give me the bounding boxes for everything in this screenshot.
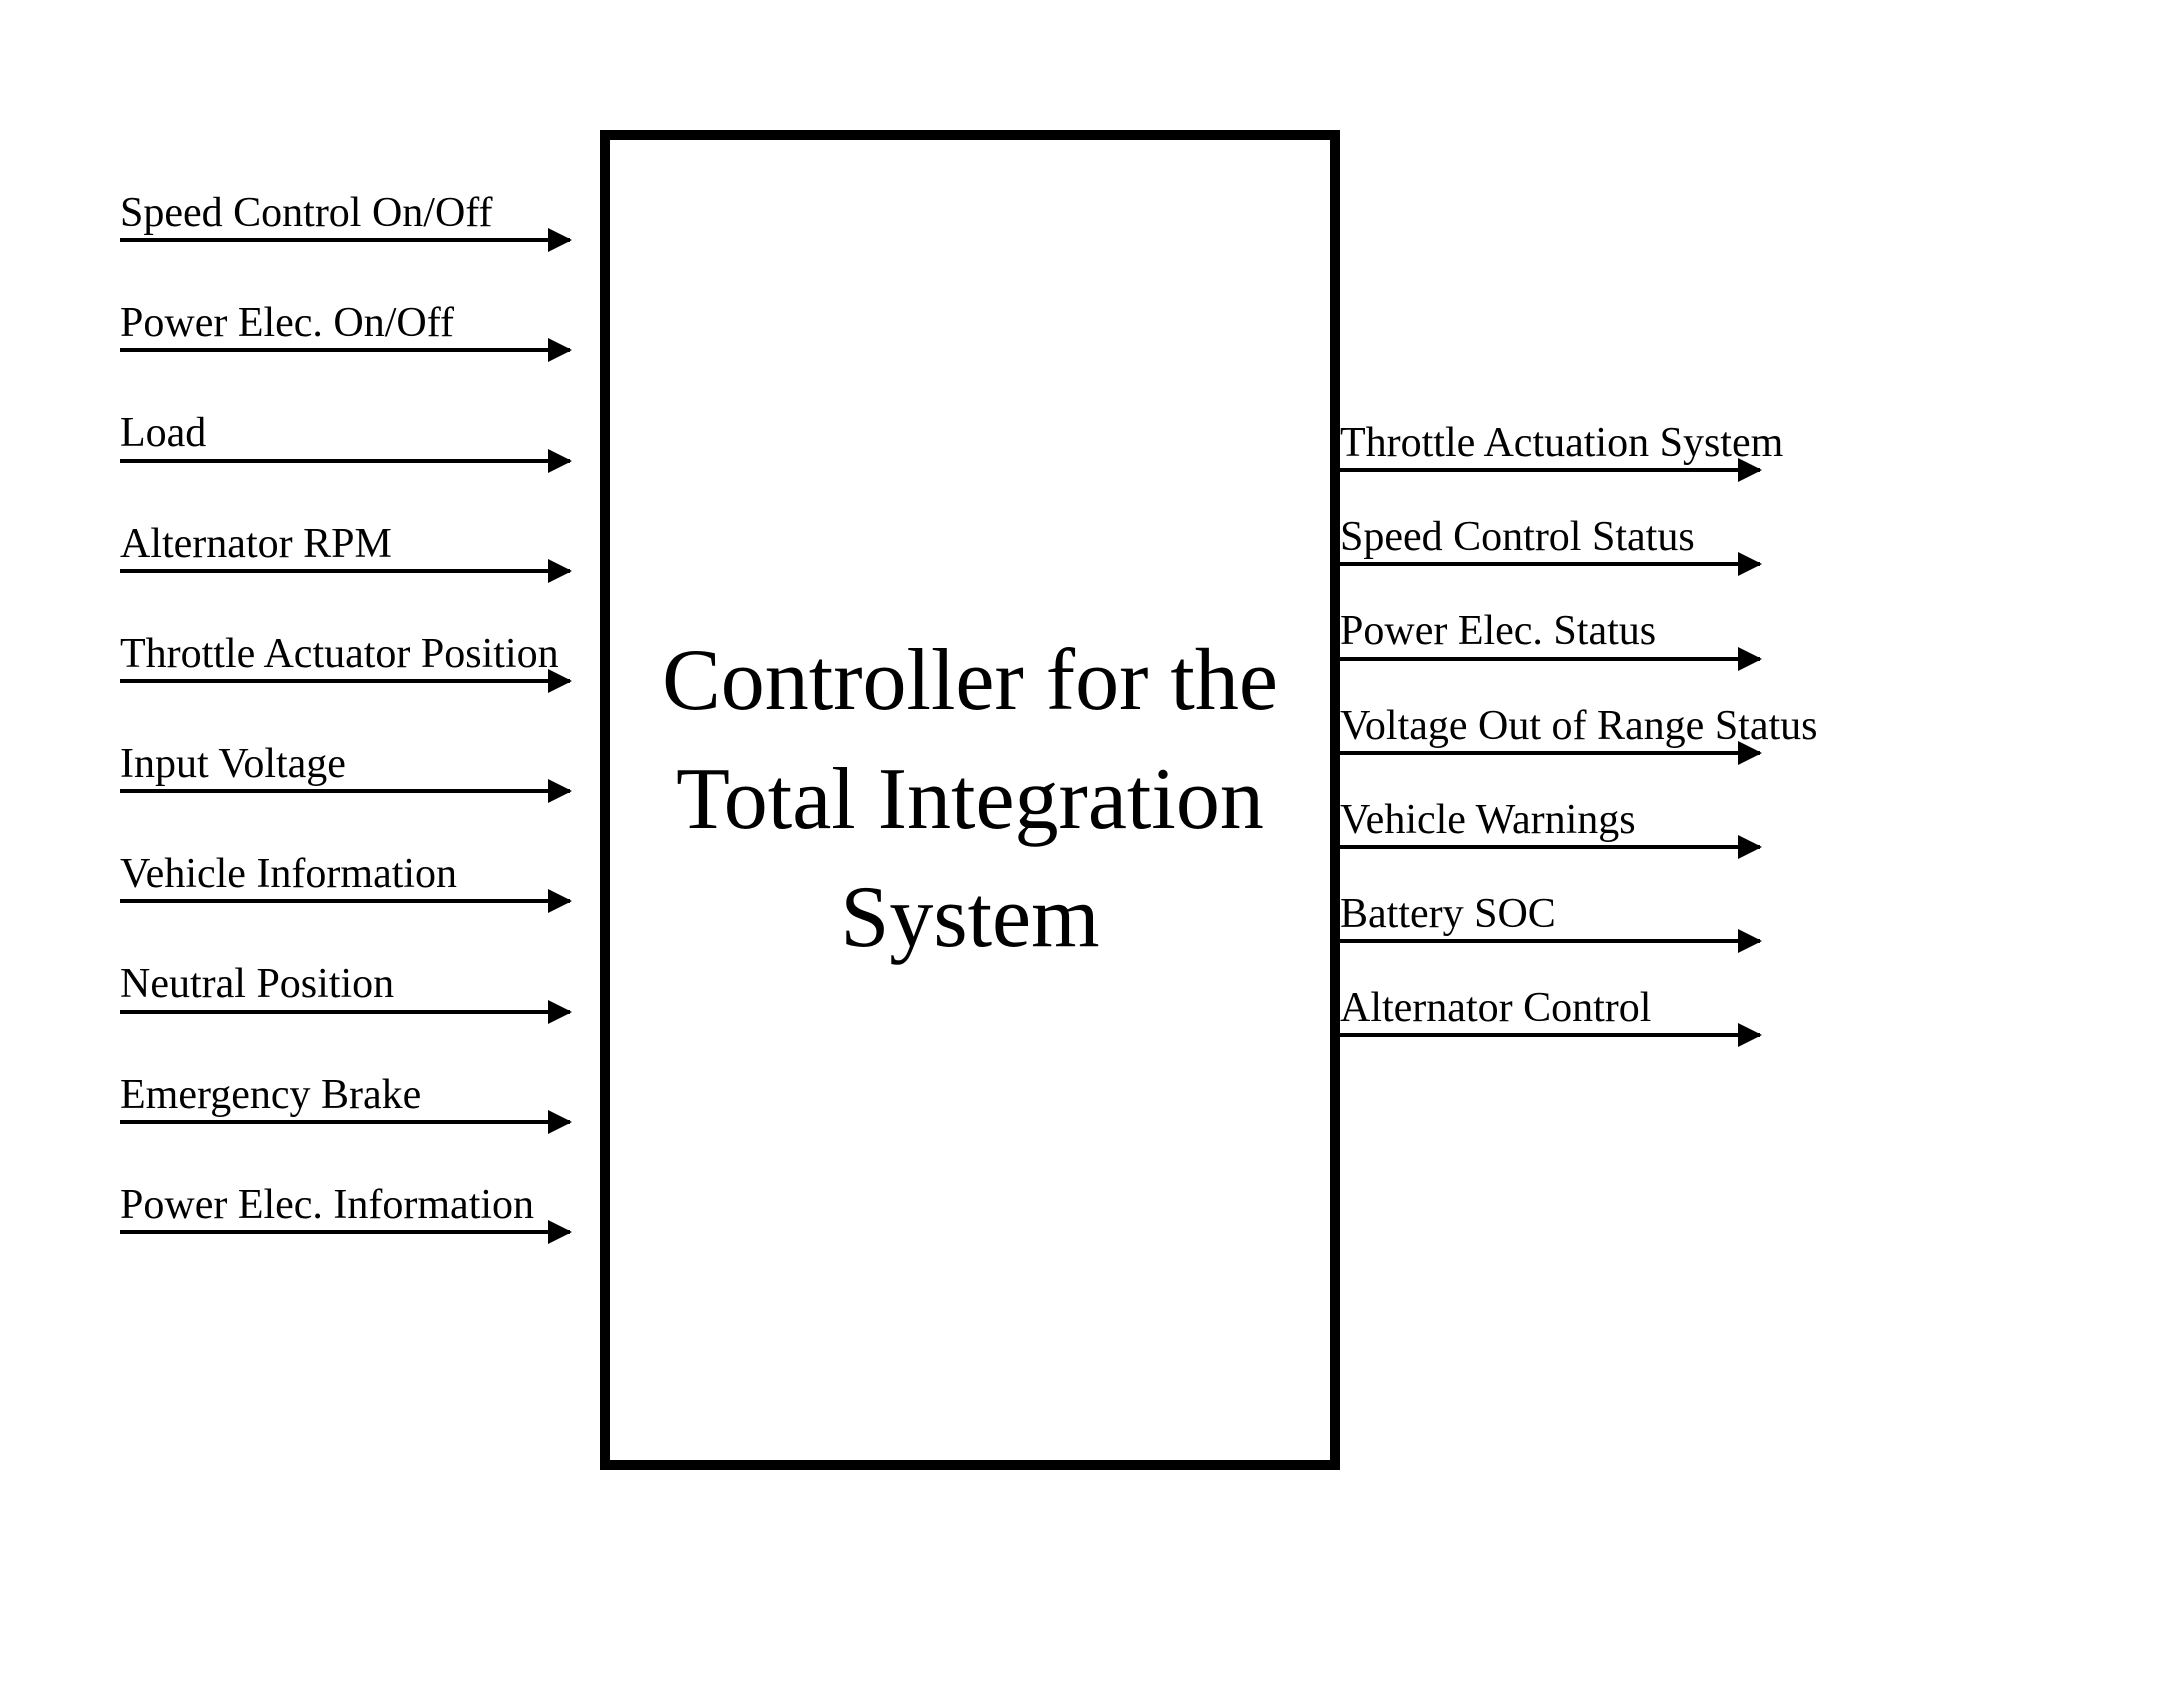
arrowhead-icon [548, 889, 572, 913]
arrowhead-icon [1738, 552, 1762, 576]
outputs-column: Throttle Actuation System Speed Control … [1340, 420, 1820, 1079]
input-signal: Neutral Position [120, 961, 600, 1013]
input-label: Power Elec. Information [120, 1182, 600, 1228]
input-label: Input Voltage [120, 741, 600, 787]
arrow-right-icon [1340, 468, 1760, 472]
arrow-right-icon [120, 348, 570, 352]
input-label: Power Elec. On/Off [120, 300, 600, 346]
input-signal: Emergency Brake [120, 1072, 600, 1124]
input-label: Neutral Position [120, 961, 600, 1007]
arrowhead-icon [548, 1110, 572, 1134]
output-signal: Vehicle Warnings [1340, 797, 1820, 849]
output-signal: Speed Control Status [1340, 514, 1820, 566]
arrow-right-icon [120, 569, 570, 573]
input-label: Throttle Actuator Position [120, 631, 600, 677]
arrowhead-icon [548, 449, 572, 473]
arrow-right-icon [120, 459, 570, 463]
input-signal: Alternator RPM [120, 521, 600, 573]
input-signal: Power Elec. Information [120, 1182, 600, 1234]
arrowhead-icon [1738, 835, 1762, 859]
arrowhead-icon [548, 338, 572, 362]
block-diagram: Speed Control On/Off Power Elec. On/Off … [120, 130, 2070, 1580]
arrowhead-icon [548, 1000, 572, 1024]
arrowhead-icon [548, 779, 572, 803]
input-signal: Vehicle Information [120, 851, 600, 903]
input-label: Speed Control On/Off [120, 190, 600, 236]
arrow-right-icon [120, 679, 570, 683]
input-signal: Load [120, 410, 600, 462]
input-label: Alternator RPM [120, 521, 600, 567]
output-signal: Alternator Control [1340, 985, 1820, 1037]
arrowhead-icon [1738, 647, 1762, 671]
output-signal: Power Elec. Status [1340, 608, 1820, 660]
arrowhead-icon [548, 1220, 572, 1244]
arrowhead-icon [548, 669, 572, 693]
arrowhead-icon [548, 228, 572, 252]
arrow-right-icon [1340, 562, 1760, 566]
output-signal: Voltage Out of Range Status [1340, 703, 1820, 755]
controller-block: Controller for the Total Integration Sys… [600, 130, 1340, 1470]
input-signal: Throttle Actuator Position [120, 631, 600, 683]
output-signal: Throttle Actuation System [1340, 420, 1820, 472]
arrow-right-icon [120, 899, 570, 903]
arrow-right-icon [120, 1230, 570, 1234]
arrow-right-icon [1340, 657, 1760, 661]
input-signal: Power Elec. On/Off [120, 300, 600, 352]
arrowhead-icon [1738, 1023, 1762, 1047]
inputs-column: Speed Control On/Off Power Elec. On/Off … [120, 190, 600, 1292]
input-signal: Input Voltage [120, 741, 600, 793]
arrow-right-icon [1340, 751, 1760, 755]
arrowhead-icon [1738, 458, 1762, 482]
arrowhead-icon [1738, 929, 1762, 953]
input-label: Vehicle Information [120, 851, 600, 897]
input-label: Load [120, 410, 600, 456]
arrow-right-icon [120, 1120, 570, 1124]
arrow-right-icon [1340, 939, 1760, 943]
arrow-right-icon [1340, 845, 1760, 849]
arrow-right-icon [1340, 1033, 1760, 1037]
arrow-right-icon [120, 789, 570, 793]
arrowhead-icon [1738, 741, 1762, 765]
arrow-right-icon [120, 1010, 570, 1014]
arrowhead-icon [548, 559, 572, 583]
input-signal: Speed Control On/Off [120, 190, 600, 242]
input-label: Emergency Brake [120, 1072, 600, 1118]
arrow-right-icon [120, 238, 570, 242]
output-signal: Battery SOC [1340, 891, 1820, 943]
controller-title: Controller for the Total Integration Sys… [640, 622, 1300, 978]
